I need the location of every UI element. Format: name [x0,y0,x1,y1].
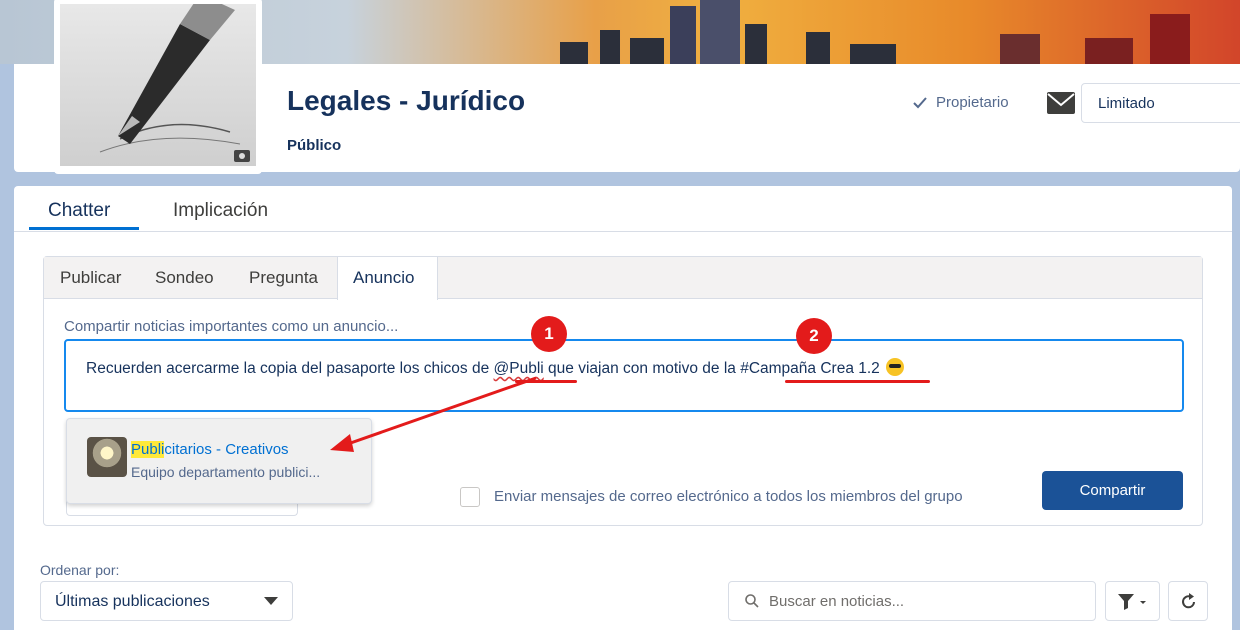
filter-icon [1118,594,1146,610]
suggestion-subtitle: Equipo departamento publici... [131,464,321,480]
sort-value: Últimas publicaciones [55,593,210,610]
notification-select[interactable]: Limitado [1081,83,1240,123]
check-icon [913,96,927,108]
lightbulb-icon [87,437,127,477]
suggestion-title-rest: citarios - Creativos [164,441,289,458]
suggestion-title[interactable]: Publicitarios - Creativos [131,441,289,458]
email-members-label: Enviar mensajes de correo electrónico a … [494,488,963,505]
tab-pregunta[interactable]: Pregunta [249,268,318,288]
sunglasses-emoji-icon [885,358,904,376]
filter-button[interactable] [1105,581,1160,621]
camera-icon[interactable] [234,150,250,162]
active-tab-indicator [29,227,139,230]
share-button[interactable]: Compartir [1042,471,1183,510]
publisher-tabs [44,257,1202,299]
post-input-label: Compartir noticias importantes como un a… [64,318,399,335]
refresh-button[interactable] [1168,581,1208,621]
annotation-badge-1: 1 [531,316,567,352]
post-text-middle: que viajan con motivo de la [543,360,741,377]
group-avatar[interactable] [54,0,262,174]
tab-sondeo[interactable]: Sondeo [155,268,214,288]
fountain-pen-image [99,4,241,153]
search-icon [745,594,759,608]
group-access-type: Público [287,137,342,154]
email-members-checkbox[interactable] [460,487,480,507]
tab-publicar[interactable]: Publicar [60,268,121,288]
owner-label: Propietario [936,94,1009,111]
tab-implicacion[interactable]: Implicación [173,200,268,222]
feed-search[interactable]: Buscar en noticias... [728,581,1096,621]
mail-icon [1047,92,1075,114]
chevron-down-icon [264,597,278,605]
tab-chatter[interactable]: Chatter [48,200,110,222]
annotation-arrow-icon [330,376,537,452]
annotation-badge-2: 2 [796,318,832,354]
group-title: Legales - Jurídico [287,85,526,116]
tab-anuncio[interactable]: Anuncio [353,268,414,288]
hashtag-underline [785,380,930,383]
suggestion-match: Publi [131,441,165,458]
sort-select[interactable]: Últimas publicaciones [40,581,293,621]
hashtag-token: #Campaña Crea 1.2 [740,360,880,377]
group-photo [60,4,256,166]
refresh-icon [1182,593,1195,609]
owner-status: Propietario [912,94,1009,111]
search-placeholder: Buscar en noticias... [769,593,905,610]
sort-label: Ordenar por: [40,562,120,578]
